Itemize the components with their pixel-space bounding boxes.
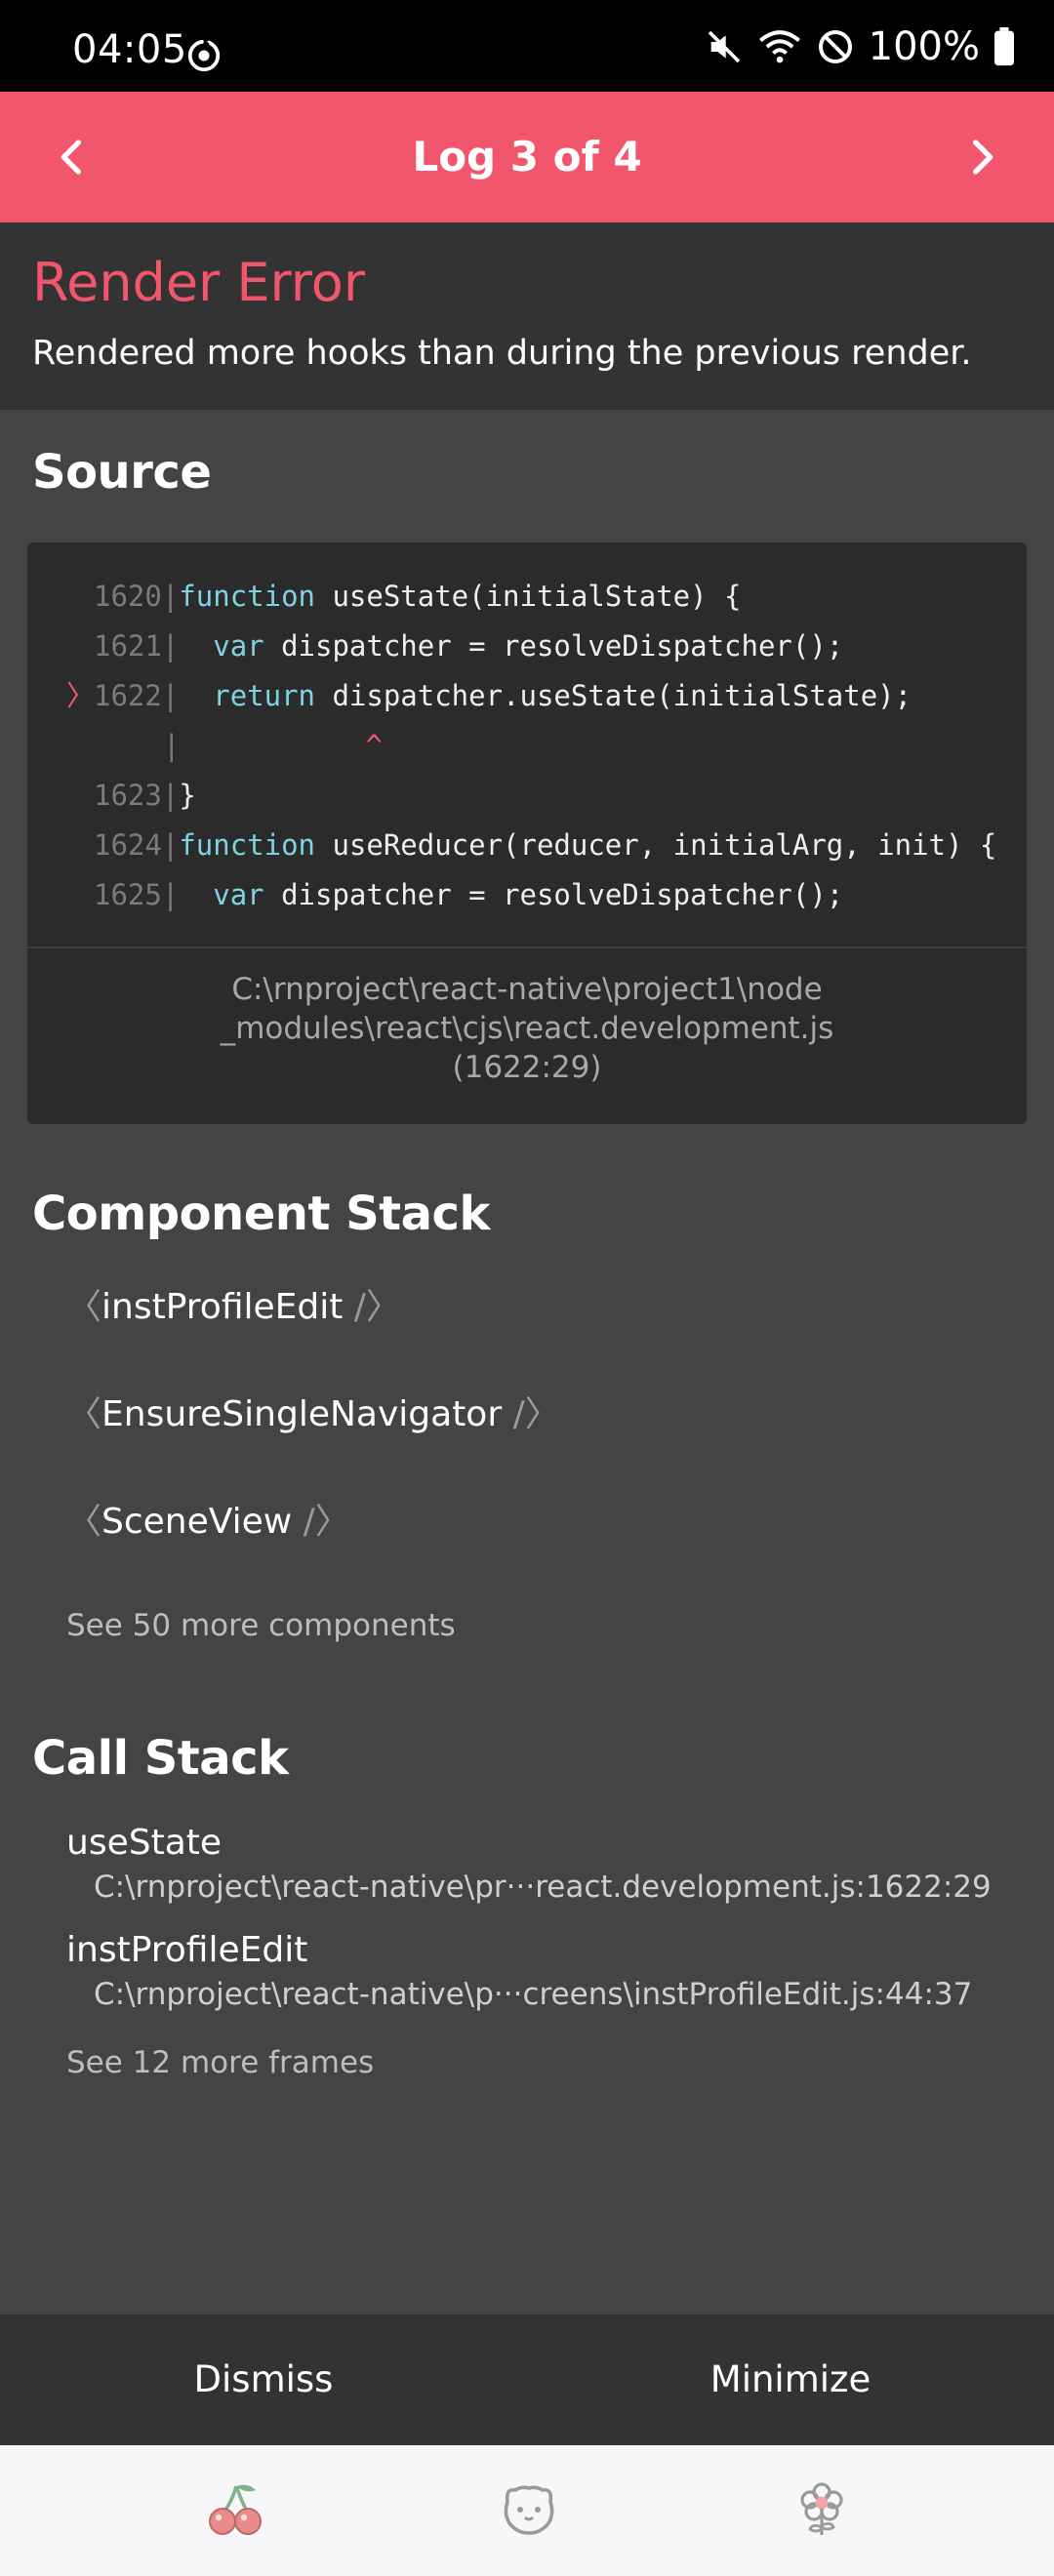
status-icons: 100%	[705, 24, 1015, 69]
tab-bear[interactable]	[490, 2471, 568, 2549]
flower-icon	[800, 2482, 843, 2535]
status-time: 04:05	[72, 27, 187, 72]
frame-function-name: instProfileEdit	[66, 1930, 308, 1970]
code-line-caret: | ^	[163, 729, 383, 762]
see-more-frames-button[interactable]: See 12 more frames	[66, 2045, 374, 2080]
frame-function-name: useState	[66, 1823, 223, 1863]
code-line: 1621| var dispatcher = resolveDispatcher…	[94, 629, 844, 663]
dismiss-button[interactable]: Dismiss	[0, 2314, 527, 2445]
component-stack-heading: Component Stack	[32, 1187, 490, 1241]
code-divider	[27, 946, 1027, 948]
previous-log-button[interactable]	[37, 124, 103, 190]
source-code-frame[interactable]: 1620|function useState(initialState) { 1…	[27, 543, 1027, 1124]
battery-icon	[994, 27, 1014, 66]
code-line-highlighted: 〉1622| return dispatcher.useState(initia…	[27, 671, 1027, 721]
wifi-icon	[758, 30, 800, 63]
code-line: 1625| var dispatcher = resolveDispatcher…	[94, 878, 844, 911]
code-line: 1620|function useState(initialState) {	[94, 580, 742, 613]
dnd-icon	[818, 30, 852, 63]
error-line-marker: 〉	[66, 679, 96, 712]
component-item[interactable]: 〈SceneView /〉	[66, 1493, 350, 1544]
sync-icon	[187, 37, 221, 72]
bear-face-icon	[504, 2485, 554, 2535]
tab-cherry[interactable]	[197, 2471, 275, 2549]
chevron-right-icon	[973, 140, 993, 175]
log-title: Log 3 of 4	[412, 133, 642, 181]
error-caret: ^	[365, 729, 383, 762]
source-file-path[interactable]: C:\rnproject\react-native\project1\node …	[86, 970, 968, 1087]
frame-location: C:\rnproject\react-native\pr···react.dev…	[94, 1870, 992, 1905]
cherry-icon	[209, 2484, 262, 2535]
chevron-left-icon	[61, 140, 81, 175]
battery-percent: 100%	[868, 24, 980, 69]
component-item[interactable]: 〈EnsureSingleNavigator /〉	[66, 1386, 560, 1436]
status-bar: 04:05 100%	[0, 0, 1054, 92]
code-line: 1623|}	[94, 779, 196, 812]
code-line: 1624|function useReducer(reducer, initia…	[94, 828, 997, 862]
next-log-button[interactable]	[951, 124, 1017, 190]
error-title: Render Error	[32, 252, 366, 313]
call-stack-heading: Call Stack	[32, 1731, 289, 1786]
error-message: Rendered more hooks than during the prev…	[32, 334, 972, 373]
mute-icon	[708, 30, 740, 63]
bottom-tab-bar	[0, 2445, 1054, 2576]
source-heading: Source	[32, 445, 212, 500]
component-item[interactable]: 〈instProfileEdit /〉	[66, 1278, 401, 1329]
log-footer: Dismiss Minimize	[0, 2314, 1054, 2445]
tab-flower[interactable]	[783, 2471, 861, 2549]
frame-location: C:\rnproject\react-native\p···creens\ins…	[94, 1977, 973, 2012]
minimize-button[interactable]: Minimize	[527, 2314, 1054, 2445]
error-summary: Render Error Rendered more hooks than du…	[0, 222, 1054, 410]
log-header: Log 3 of 4	[0, 92, 1054, 222]
see-more-components-button[interactable]: See 50 more components	[66, 1608, 456, 1643]
code-snippet: 1620|function useState(initialState) { 1…	[27, 572, 1027, 920]
